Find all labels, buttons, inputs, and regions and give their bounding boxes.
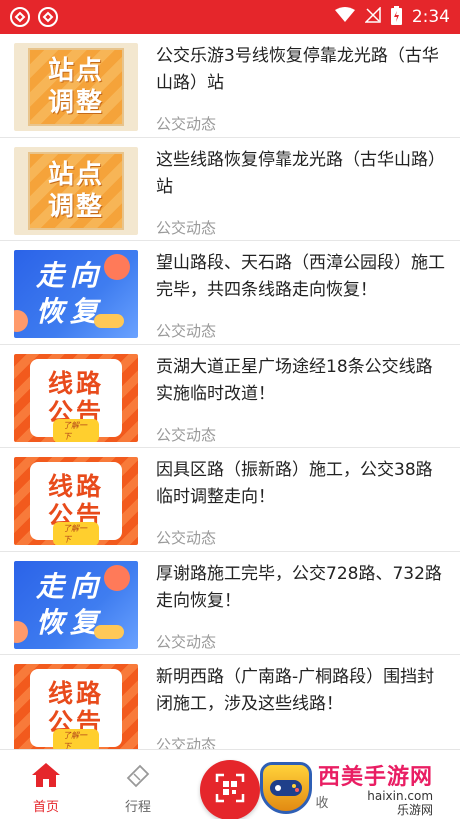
wifi-icon <box>334 7 355 27</box>
home-icon <box>31 762 61 792</box>
news-title[interactable]: 厚谢路施工完毕，公交728路、732路走向恢复！ <box>156 561 448 617</box>
news-thumbnail: 走向 恢复 <box>14 250 138 338</box>
battery-charging-icon <box>390 5 402 29</box>
thumb-line: 走向 <box>36 569 105 603</box>
tab-home-label: 首页 <box>32 800 59 815</box>
news-title[interactable]: 贡湖大道正星广场途经18条公交线路实施临时改道！ <box>156 354 448 410</box>
station-adjust-board: 站点 调整 <box>28 48 124 126</box>
status-bar: 2:34 <box>0 0 460 34</box>
notice-card: 线路 公告 了解一下 <box>30 462 122 545</box>
news-item-body: 贡湖大道正星广场途经18条公交线路实施临时改道！ 公交动态 <box>138 354 460 448</box>
news-title[interactable]: 因具区路（振新路）施工，公交38路临时调整走向！ <box>156 457 448 513</box>
tab-trip-label: 行程 <box>124 800 151 815</box>
thumb-line: 站点 <box>47 159 104 190</box>
news-item[interactable]: 线路 公告 了解一下 新明西路（广南路-广桐路段）围挡封闭施工，涉及这些线路！ 公交动态 <box>0 655 460 749</box>
news-category: 公交动态 <box>156 736 217 749</box>
news-thumbnail: 站点 调整 <box>14 43 138 131</box>
news-title[interactable]: 新明西路（广南路-广桐路段）围挡封闭施工，涉及这些线路！ <box>156 664 448 720</box>
news-category: 公交动态 <box>156 529 217 547</box>
ticket-icon <box>124 762 152 792</box>
scan-qr-icon <box>215 773 245 807</box>
news-thumbnail: 线路 公告 了解一下 <box>14 353 138 442</box>
thumb-line: 调整 <box>47 191 104 222</box>
learn-more-pill: 了解一下 <box>53 418 99 442</box>
news-list[interactable]: 站点 调整 公交乐游3号线恢复停靠龙光路（古华山路）站 公交动态 站点 调整 这些线路恢复停… <box>0 34 460 749</box>
news-category: 公交动态 <box>156 322 217 340</box>
watermark-sub: 乐游网 <box>397 802 434 817</box>
news-item-body: 新明西路（广南路-广桐路段）围挡封闭施工，涉及这些线路！ 公交动态 <box>138 664 460 749</box>
notice-card: 线路 公告 了解一下 <box>30 358 122 442</box>
news-category: 公交动态 <box>156 115 217 133</box>
app-notification-icon <box>10 7 30 27</box>
news-category: 公交动态 <box>156 425 217 444</box>
status-clock: 2:34 <box>411 7 450 27</box>
scan-button[interactable] <box>200 760 260 819</box>
news-category: 公交动态 <box>156 632 217 651</box>
news-title[interactable]: 公交乐游3号线恢复停靠龙光路（古华山路）站 <box>156 43 448 99</box>
news-title[interactable]: 望山路段、天石路（西漳公园段）施工完毕，共四条线路走向恢复！ <box>156 250 448 306</box>
thumb-line: 线路 <box>47 472 104 501</box>
news-thumbnail: 线路 公告 了解一下 <box>14 457 138 545</box>
thumb-line: 站点 <box>47 56 104 86</box>
news-item-body: 望山路段、天石路（西漳公园段）施工完毕，共四条线路走向恢复！ 公交动态 <box>138 250 460 344</box>
thumb-line: 调整 <box>47 88 104 118</box>
app-notification-icon <box>38 7 58 27</box>
news-item[interactable]: 走向 恢复 厚谢路施工完毕，公交728路、732路走向恢复！ 公交动态 <box>0 552 460 655</box>
news-thumbnail: 站点 调整 <box>14 146 138 235</box>
news-item[interactable]: 走向 恢复 望山路段、天石路（西漳公园段）施工完毕，共四条线路走向恢复！ 公交动态 <box>0 241 460 345</box>
news-item[interactable]: 线路 公告 了解一下 贡湖大道正星广场途经18条公交线路实施临时改道！ 公交动态 <box>0 345 460 448</box>
news-thumbnail: 线路 公告 了解一下 <box>14 664 138 749</box>
news-thumbnail: 走向 恢复 <box>14 560 138 649</box>
news-item-body: 厚谢路施工完毕，公交728路、732路走向恢复！ 公交动态 <box>138 561 460 655</box>
tab-trip[interactable]: 行程 <box>92 750 184 819</box>
thumb-line: 线路 <box>47 368 104 398</box>
watermark-logo: 西美手游网 haixin.com 乐游网 <box>260 758 458 818</box>
tab-home[interactable]: 首页 <box>0 750 92 819</box>
news-item[interactable]: 站点 调整 公交乐游3号线恢复停靠龙光路（古华山路）站 公交动态 <box>0 34 460 138</box>
thumb-line: 线路 <box>47 679 104 708</box>
news-item[interactable]: 站点 调整 这些线路恢复停靠龙光路（古华山路）站 公交动态 <box>0 138 460 241</box>
thumb-line: 恢复 <box>36 295 105 328</box>
notice-card: 线路 公告 了解一下 <box>30 669 122 749</box>
learn-more-pill: 了解一下 <box>53 522 99 545</box>
gamepad-shield-icon <box>260 762 312 814</box>
news-category: 公交动态 <box>156 218 217 237</box>
news-item-body: 公交乐游3号线恢复停靠龙光路（古华山路）站公交动态 <box>138 43 460 137</box>
watermark-name: 西美手游网 <box>318 764 434 790</box>
news-title[interactable]: 这些线路恢复停靠龙光路（古华山路）站 <box>156 147 448 203</box>
learn-more-pill: 了解一下 <box>53 729 99 749</box>
signal-off-icon <box>364 6 381 27</box>
news-item-body: 这些线路恢复停靠龙光路（古华山路）站公交动态 <box>138 147 460 241</box>
news-item[interactable]: 线路 公告 了解一下 因具区路（振新路）施工，公交38路临时调整走向！ 公交动态 <box>0 448 460 552</box>
station-adjust-board: 站点 调整 <box>28 151 124 230</box>
news-item-body: 因具区路（振新路）施工，公交38路临时调整走向！ 公交动态 <box>138 457 460 551</box>
thumb-line: 走向 <box>36 259 105 292</box>
